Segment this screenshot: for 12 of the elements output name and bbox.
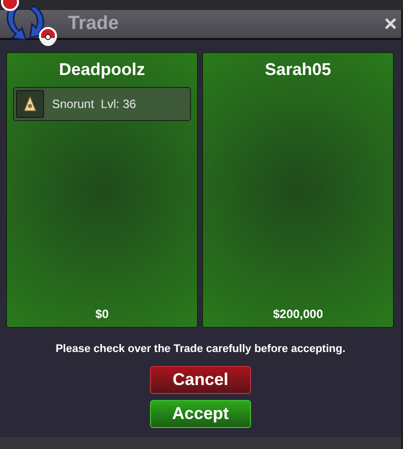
close-button[interactable]: ×	[384, 13, 397, 35]
trader-name: Sarah05	[264, 59, 332, 81]
window-title: Trade	[68, 12, 119, 36]
pokemon-sprite-icon	[16, 90, 44, 118]
cancel-button[interactable]: Cancel	[150, 366, 251, 394]
pokemon-item[interactable]: Snorunt Lvl: 36	[13, 86, 191, 120]
pokemon-label: Snorunt Lvl: 36	[52, 96, 136, 112]
trader-name: Deadpoolz	[59, 59, 145, 81]
money-amount: $200,000	[272, 306, 324, 323]
money-amount: $0	[95, 306, 109, 323]
accept-button[interactable]: Accept	[150, 400, 251, 428]
notice-text: Please check over the Trade carefully before accepting.	[54, 342, 346, 357]
